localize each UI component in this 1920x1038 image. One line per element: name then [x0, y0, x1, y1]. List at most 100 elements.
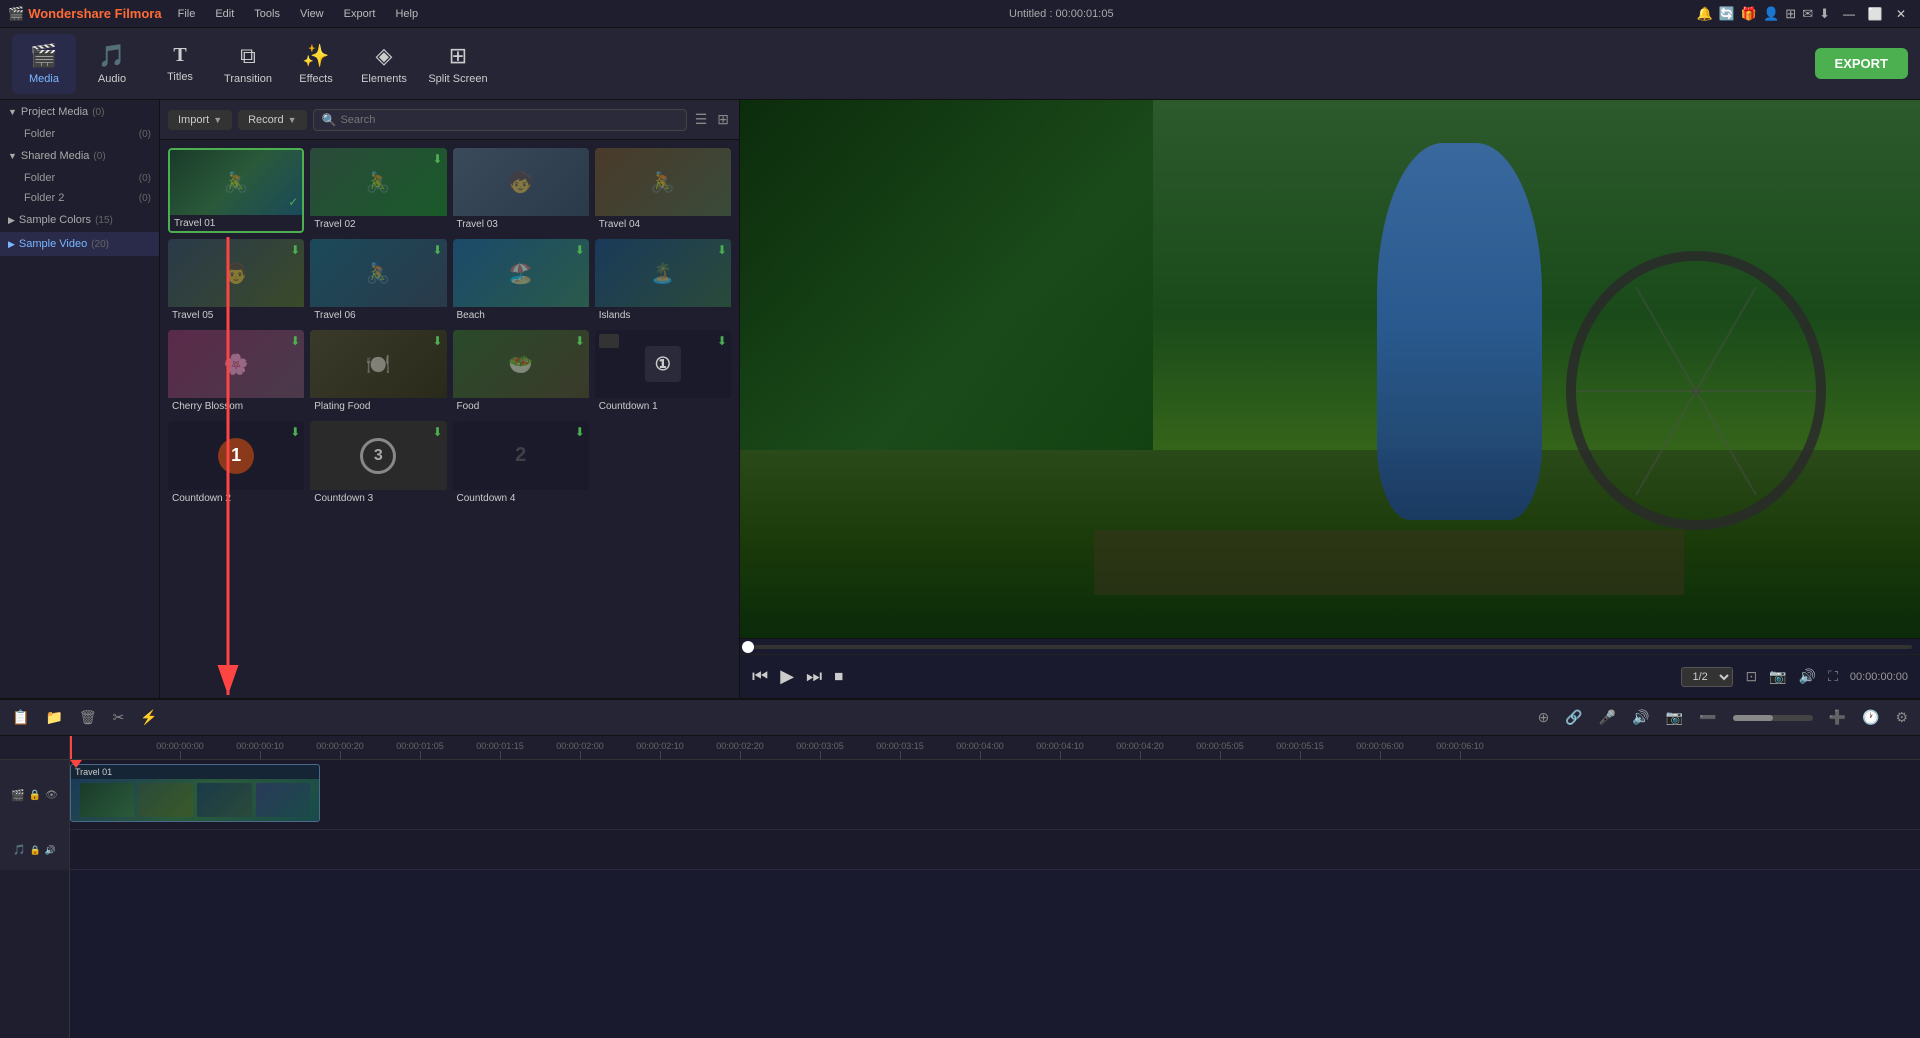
delete-button[interactable]: 🗑	[75, 707, 101, 728]
video-clip-travel01[interactable]: Travel 01	[70, 764, 320, 822]
snapshot-icon[interactable]: 📷	[1769, 668, 1786, 685]
media-item-cherry-blossom[interactable]: 🌸 Cherry Blossom ⬇	[168, 330, 304, 415]
menu-help[interactable]: Help	[387, 6, 426, 22]
export-button[interactable]: EXPORT	[1815, 48, 1908, 79]
countdown4-download-icon[interactable]: ⬇	[575, 425, 585, 439]
clock-icon[interactable]: 🕐	[1858, 707, 1883, 728]
travel05-download-icon[interactable]: ⬇	[290, 243, 300, 257]
timeline-scroll-area[interactable]: 00:00:00:00 00:00:00:10 00:00:00:20 00:0…	[70, 736, 1920, 1038]
sample-colors-header[interactable]: ▶ Sample Colors (15)	[0, 208, 159, 232]
tray-download[interactable]: ⬇	[1819, 6, 1830, 22]
video-track-content[interactable]: Travel 01	[70, 760, 1920, 829]
media-item-travel01[interactable]: 🚴 Travel 01 ✓	[168, 148, 304, 233]
media-item-travel06[interactable]: 🚴 Travel 06 ⬇	[310, 239, 446, 324]
maximize-button[interactable]: ⬜	[1864, 3, 1886, 25]
countdown3-download-icon[interactable]: ⬇	[432, 425, 442, 439]
clip-connect-icon[interactable]: 🔗	[1561, 707, 1586, 728]
quality-select[interactable]: 1/2 Full 1/4	[1681, 667, 1733, 687]
tray-user[interactable]: 👤	[1763, 6, 1779, 22]
add-media-button[interactable]: 📋	[8, 707, 33, 728]
record-button[interactable]: Record ▼	[238, 110, 306, 130]
fit-screen-icon[interactable]: ⊡	[1745, 668, 1757, 685]
shared-folder-1[interactable]: Folder (0)	[0, 168, 159, 188]
tray-gift[interactable]: 🎁	[1741, 6, 1757, 22]
media-item-countdown1[interactable]: ① Countdown 1 ⬇	[595, 330, 731, 415]
audio-mute-icon[interactable]: 🔊	[45, 845, 56, 856]
import-button[interactable]: Import ▼	[168, 110, 232, 130]
beach-download-icon[interactable]: ⬇	[575, 243, 585, 257]
menu-edit[interactable]: Edit	[207, 6, 242, 22]
audio-track-content[interactable]	[70, 830, 1920, 869]
filter-icon[interactable]: ☰	[693, 109, 710, 130]
media-item-travel03[interactable]: 🧒 Travel 03	[453, 148, 589, 233]
media-item-travel02[interactable]: 🚴 Travel 02 ⬇	[310, 148, 446, 233]
toolbar-titles[interactable]: T Titles	[148, 34, 212, 94]
camera-icon[interactable]: 📷	[1662, 707, 1687, 728]
playhead[interactable]	[70, 736, 72, 759]
media-item-countdown2[interactable]: 1 Countdown 2 ⬇	[168, 421, 304, 506]
lock-icon[interactable]: 🔒	[29, 790, 41, 801]
menu-file[interactable]: File	[170, 6, 204, 22]
menu-view[interactable]: View	[292, 6, 332, 22]
project-media-header[interactable]: ▼ Project Media (0)	[0, 100, 159, 124]
zoom-out-icon[interactable]: ➖	[1695, 707, 1720, 728]
split-button[interactable]: ⚡	[136, 707, 161, 728]
menu-export[interactable]: Export	[336, 6, 384, 22]
fullscreen-icon[interactable]: ⛶	[1828, 668, 1838, 685]
media-item-food[interactable]: 🥗 Food ⬇	[453, 330, 589, 415]
islands-download-icon[interactable]: ⬇	[717, 243, 727, 257]
media-item-countdown3[interactable]: 3 Countdown 3 ⬇	[310, 421, 446, 506]
add-track-icon[interactable]: ⊕	[1534, 707, 1554, 728]
toolbar-transition[interactable]: ⧉ Transition	[216, 34, 280, 94]
play-button[interactable]: ▶	[780, 666, 794, 687]
shared-media-header[interactable]: ▼ Shared Media (0)	[0, 144, 159, 168]
tray-update[interactable]: 🔄	[1719, 6, 1735, 22]
add-folder-button[interactable]: 📁	[41, 707, 66, 728]
countdown1-download-icon[interactable]: ⬇	[717, 334, 727, 348]
close-button[interactable]: ✕	[1890, 3, 1912, 25]
volume-icon[interactable]: 🔊	[1799, 668, 1816, 685]
speaker-icon[interactable]: 🔊	[1628, 707, 1653, 728]
cherry-blossom-download-icon[interactable]: ⬇	[290, 334, 300, 348]
menu-tools[interactable]: Tools	[246, 6, 288, 22]
toolbar-media[interactable]: 🎬 Media	[12, 34, 76, 94]
zoom-slider[interactable]	[1733, 715, 1813, 721]
video-progress-bar[interactable]	[748, 645, 1912, 649]
stop-button[interactable]: ⏹	[834, 666, 843, 687]
tray-screen[interactable]: ⊞	[1785, 6, 1796, 22]
skip-end-button[interactable]: ⏭	[806, 666, 822, 687]
travel06-download-icon[interactable]: ⬇	[432, 243, 442, 257]
toolbar-splitscreen[interactable]: ⊞ Split Screen	[420, 34, 496, 94]
settings-icon[interactable]: ⚙	[1891, 707, 1912, 728]
progress-dot[interactable]	[742, 641, 754, 653]
toolbar-elements[interactable]: ◈ Elements	[352, 34, 416, 94]
media-item-islands[interactable]: 🏝️ Islands ⬇	[595, 239, 731, 324]
toolbar-effects[interactable]: ✨ Effects	[284, 34, 348, 94]
plating-food-download-icon[interactable]: ⬇	[432, 334, 442, 348]
skip-start-button[interactable]: ⏮	[752, 666, 768, 687]
media-item-beach[interactable]: 🏖️ Beach ⬇	[453, 239, 589, 324]
tray-notify[interactable]: 🔔	[1697, 6, 1713, 22]
media-item-travel05[interactable]: 👨 Travel 05 ⬇	[168, 239, 304, 324]
search-box[interactable]: 🔍	[313, 109, 687, 131]
countdown2-download-icon[interactable]: ⬇	[290, 425, 300, 439]
media-item-countdown4[interactable]: 2 Countdown 4 ⬇	[453, 421, 589, 506]
eye-icon[interactable]: 👁	[45, 790, 58, 801]
minimize-button[interactable]: —	[1838, 3, 1860, 25]
travel02-download-icon[interactable]: ⬇	[432, 152, 442, 166]
cut-button[interactable]: ✂	[109, 707, 129, 728]
project-media-folder[interactable]: Folder (0)	[0, 124, 159, 144]
audio-lock-icon[interactable]: 🔒	[30, 845, 41, 856]
tray-mail[interactable]: ✉	[1802, 6, 1813, 22]
shared-folder-2[interactable]: Folder 2 (0)	[0, 188, 159, 208]
grid-view-icon[interactable]: ⊞	[715, 109, 731, 130]
toolbar-audio[interactable]: 🎵 Audio	[80, 34, 144, 94]
preview-progress-bar[interactable]	[740, 638, 1920, 654]
media-item-plating-food[interactable]: 🍽️ Plating Food ⬇	[310, 330, 446, 415]
sample-video-header[interactable]: ▶ Sample Video (20)	[0, 232, 159, 256]
voiceover-icon[interactable]: 🎤	[1595, 707, 1620, 728]
media-item-travel04[interactable]: 🚴 Travel 04	[595, 148, 731, 233]
search-input[interactable]	[340, 114, 677, 126]
food-download-icon[interactable]: ⬇	[575, 334, 585, 348]
zoom-in-icon[interactable]: ➕	[1825, 707, 1850, 728]
